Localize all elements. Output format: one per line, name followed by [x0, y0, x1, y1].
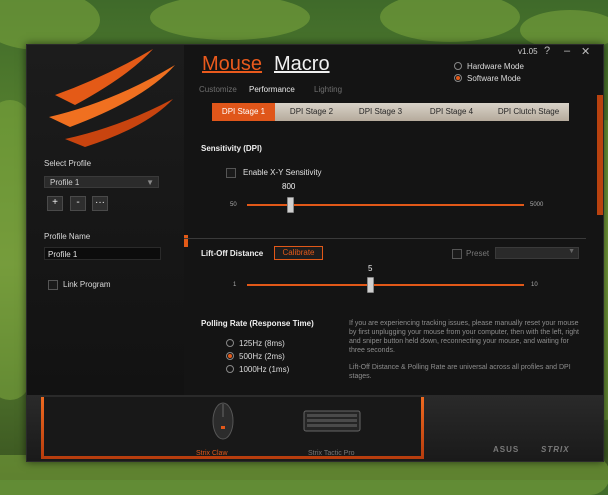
remove-profile-button[interactable]: - — [70, 196, 86, 211]
minimize-icon[interactable]: – — [564, 45, 570, 57]
chevron-down-icon: ▼ — [146, 178, 154, 187]
claw-logo-icon — [49, 49, 175, 147]
device-strix-claw-label[interactable]: Strix Claw — [196, 450, 228, 457]
hardware-mode-option[interactable]: Hardware Mode — [454, 61, 524, 71]
tab-macro[interactable]: Macro — [274, 53, 330, 76]
software-mode-label: Software Mode — [467, 74, 521, 83]
preset-select[interactable]: ▼ — [495, 247, 579, 259]
tab-dpi-stage-1[interactable]: DPI Stage 1 — [212, 103, 275, 121]
universal-info-text: Lift-Off Distance & Polling Rate are uni… — [349, 364, 571, 380]
liftoff-max-label: 10 — [531, 282, 538, 288]
sensitivity-title: Sensitivity (DPI) — [201, 144, 262, 153]
version-label: v1.05 — [518, 47, 538, 56]
sensitivity-min-label: 50 — [230, 202, 237, 208]
polling-500-radio[interactable] — [226, 351, 234, 360]
hardware-mode-label: Hardware Mode — [467, 62, 524, 71]
device-bar: Strix Claw Strix Tactic Pro ASUS STRIX — [27, 395, 603, 461]
add-profile-button[interactable]: + — [47, 196, 63, 211]
tab-dpi-stage-4[interactable]: DPI Stage 4 — [420, 103, 483, 121]
polling-title: Polling Rate (Response Time) — [201, 319, 314, 328]
strix-logo: STRIX — [541, 445, 570, 454]
chevron-down-icon: ▼ — [568, 248, 575, 255]
liftoff-slider-track[interactable] — [247, 284, 524, 286]
liftoff-value: 5 — [368, 264, 373, 273]
scroll-accent-bar — [597, 95, 603, 215]
polling-1000-label: 1000Hz (1ms) — [239, 365, 290, 374]
liftoff-title: Lift-Off Distance — [201, 249, 264, 258]
profile-select[interactable]: Profile 1 ▼ — [44, 176, 159, 188]
close-icon[interactable]: ✕ — [581, 45, 590, 58]
polling-1000-radio[interactable] — [226, 364, 234, 373]
subnav-performance[interactable]: Performance — [249, 85, 295, 94]
preset-label: Preset — [466, 249, 490, 258]
subnav-lighting[interactable]: Lighting — [314, 85, 342, 94]
left-panel: Select Profile Profile 1 ▼ + - ··· Profi… — [27, 45, 184, 395]
profile-name-label: Profile Name — [44, 232, 91, 241]
select-profile-label: Select Profile — [44, 159, 92, 168]
sensitivity-slider-thumb[interactable] — [286, 197, 294, 213]
tab-dpi-clutch-stage[interactable]: DPI Clutch Stage — [488, 103, 569, 121]
polling-500-label: 500Hz (2ms) — [239, 352, 285, 361]
link-program-checkbox[interactable] — [48, 280, 58, 290]
device-strix-tactic-pro-label[interactable]: Strix Tactic Pro — [308, 450, 355, 457]
tab-mouse[interactable]: Mouse — [202, 53, 262, 76]
polling-option-500[interactable]: 500Hz (2ms) — [226, 351, 285, 361]
strix-claw-mouse-icon[interactable] — [210, 401, 236, 441]
sensitivity-max-label: 5000 — [530, 202, 544, 208]
strix-tactic-pro-keyboard-icon[interactable] — [303, 410, 361, 432]
hardware-mode-radio[interactable] — [454, 61, 462, 70]
section-divider — [184, 238, 586, 239]
polling-option-1000[interactable]: 1000Hz (1ms) — [226, 364, 290, 374]
polling-125-label: 125Hz (8ms) — [239, 339, 285, 348]
software-mode-option[interactable]: Software Mode — [454, 73, 521, 83]
collapse-panel-handle[interactable] — [184, 235, 188, 247]
profile-select-value: Profile 1 — [50, 178, 80, 187]
software-mode-radio[interactable] — [454, 73, 462, 82]
polling-125-radio[interactable] — [226, 338, 234, 347]
more-options-button[interactable]: ··· — [92, 196, 108, 211]
reset-info-text: If you are experiencing tracking issues,… — [349, 320, 579, 354]
link-program-label: Link Program — [63, 280, 111, 289]
sensitivity-value: 800 — [282, 182, 296, 191]
dpi-stage-tabs: DPI Stage 1 DPI Stage 2 DPI Stage 3 DPI … — [212, 103, 569, 121]
xy-sensitivity-label: Enable X-Y Sensitivity — [243, 168, 322, 177]
liftoff-slider-thumb[interactable] — [366, 277, 374, 293]
calibrate-button[interactable]: Calibrate — [274, 246, 323, 260]
profile-name-input[interactable]: Profile 1 — [44, 247, 161, 260]
asus-logo: ASUS — [493, 445, 520, 454]
subnav-customize[interactable]: Customize — [199, 85, 237, 94]
polling-option-125[interactable]: 125Hz (8ms) — [226, 338, 285, 348]
liftoff-min-label: 1 — [233, 282, 237, 288]
armoury-window: Select Profile Profile 1 ▼ + - ··· Profi… — [26, 44, 604, 462]
help-icon[interactable]: ? — [544, 45, 550, 57]
tab-dpi-stage-3[interactable]: DPI Stage 3 — [349, 103, 412, 121]
xy-sensitivity-checkbox[interactable] — [226, 168, 236, 178]
tab-dpi-stage-2[interactable]: DPI Stage 2 — [280, 103, 343, 121]
preset-checkbox[interactable] — [452, 249, 462, 259]
